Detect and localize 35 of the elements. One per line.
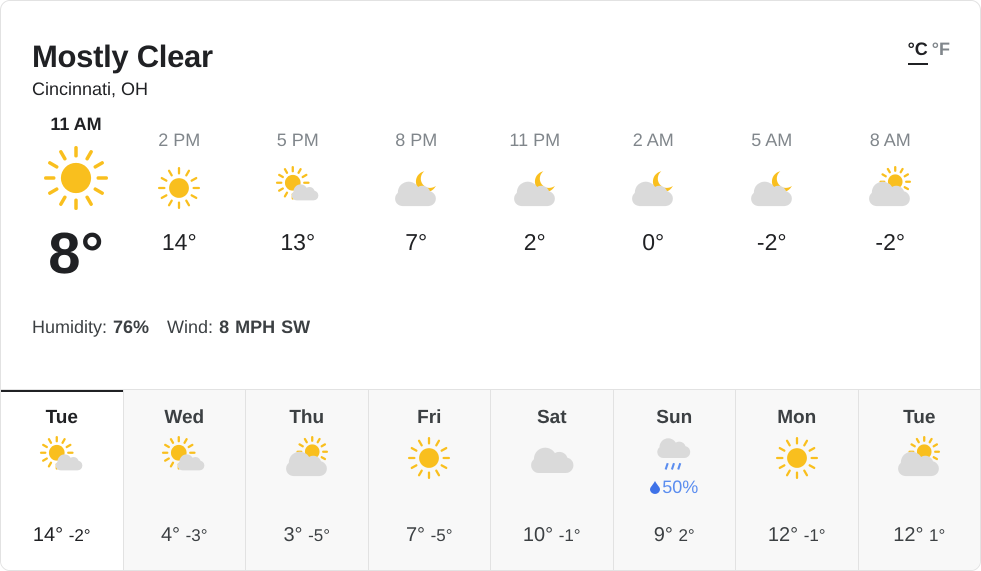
- humidity-wind-text: Humidity: 76% Wind: 8 MPH SW: [32, 317, 312, 338]
- day-tab[interactable]: Sat 10° -1°: [490, 390, 612, 570]
- day-tab[interactable]: Tue 14° -2°: [1, 390, 122, 570]
- unit-toggle[interactable]: °C: [908, 39, 928, 65]
- sun-icon: [41, 143, 111, 213]
- precipitation-chance: 50%: [662, 477, 698, 498]
- sun-icon: [156, 165, 202, 211]
- day-tab[interactable]: Wed 4° -3°: [122, 390, 245, 570]
- hour-label: 11 PM: [509, 130, 560, 151]
- hour-label: 8 PM: [395, 130, 438, 151]
- day-tab[interactable]: Thu 3° -5°: [245, 390, 368, 570]
- hour-label: 2 PM: [158, 130, 200, 151]
- hour-label: 5 AM: [751, 130, 792, 151]
- day-tab[interactable]: Mon 12° -1°: [735, 390, 858, 570]
- hour-temperature: 0°: [642, 229, 664, 256]
- sun-icon: [774, 435, 820, 481]
- hour-label: 8 AM: [870, 130, 911, 151]
- day-tab[interactable]: Tue 12° 1°: [858, 390, 980, 570]
- day-tab[interactable]: Fri 7° -5°: [368, 390, 490, 570]
- hour-temperature: -2°: [875, 229, 906, 256]
- unit-toggle[interactable]: °F: [932, 39, 950, 65]
- hour-label: 5 PM: [276, 130, 319, 151]
- condition-title: Mostly Clear: [32, 39, 213, 75]
- day-tab[interactable]: Sun 50% 9° 2°: [612, 390, 735, 570]
- sun-icon: [406, 435, 452, 481]
- current-time: 11 AM: [50, 114, 102, 135]
- location-label: Cincinnati, OH: [32, 79, 150, 100]
- hour-temperature: 2°: [524, 229, 546, 256]
- hour-label: 2 AM: [632, 130, 674, 151]
- hour-temperature: -2°: [756, 229, 787, 256]
- hour-temperature: 14°: [162, 229, 197, 256]
- current-temperature: 8°: [48, 221, 104, 287]
- hour-temperature: 7°: [405, 229, 428, 256]
- drop-icon: [650, 481, 660, 494]
- hour-temperature: 13°: [280, 229, 316, 256]
